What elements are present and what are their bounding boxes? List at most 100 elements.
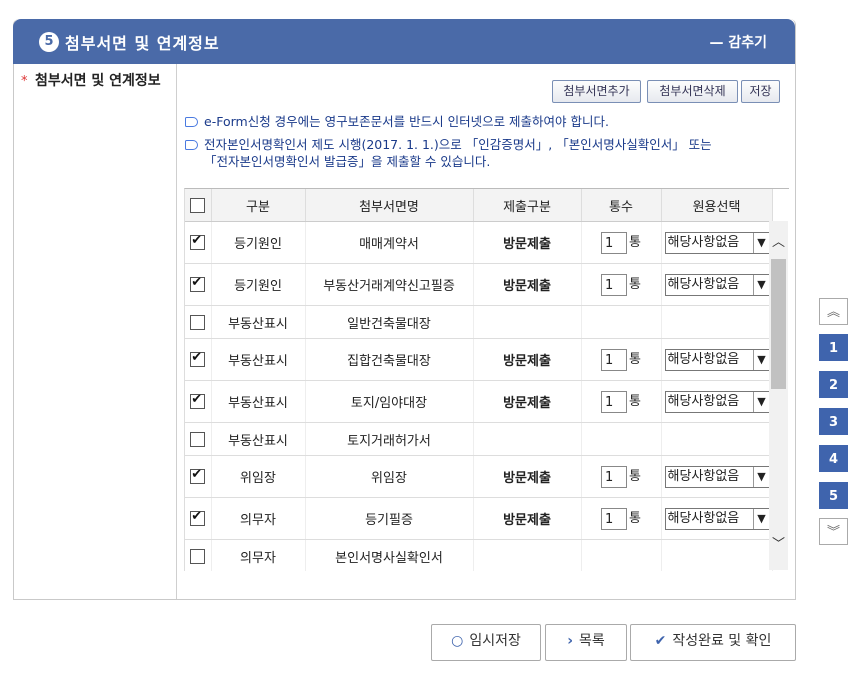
delete-attachment-button[interactable]: 첨부서면삭제 bbox=[647, 80, 738, 103]
header-name: 첨부서면명 bbox=[305, 189, 474, 222]
row-select-cell: 해당사항없음 ▼ bbox=[661, 497, 773, 540]
scroll-up-icon[interactable]: ︿ bbox=[769, 231, 788, 250]
row-checkbox-cell bbox=[185, 455, 212, 498]
select-all-cell bbox=[185, 189, 212, 222]
step-2-button[interactable]: 2 bbox=[819, 371, 848, 398]
step-1-button[interactable]: 1 bbox=[819, 334, 848, 361]
check-icon: ✔ bbox=[654, 633, 667, 649]
section-title: 첨부서면 및 연계정보 bbox=[65, 34, 220, 53]
count-input[interactable]: 1 bbox=[601, 348, 628, 371]
reuse-select[interactable]: 해당사항없음 ▼ bbox=[664, 390, 771, 413]
row-checkbox[interactable] bbox=[190, 548, 206, 564]
reuse-select[interactable]: 해당사항없음 ▼ bbox=[664, 465, 771, 488]
table-row: 위임장위임장방문제출1통해당사항없음▼ bbox=[185, 455, 773, 498]
count-input[interactable]: 1 bbox=[601, 390, 628, 413]
list-button[interactable]: › 목록 bbox=[545, 624, 627, 661]
step-4-button[interactable]: 4 bbox=[819, 445, 848, 472]
table-row: 부동산표시집합건축물대장방문제출1통해당사항없음▼ bbox=[185, 338, 773, 381]
row-checkbox-cell bbox=[185, 539, 212, 571]
table-row: 등기원인부동산거래계약신고필증방문제출1통해당사항없음▼ bbox=[185, 263, 773, 306]
step-5-button[interactable]: 5 bbox=[819, 482, 848, 509]
row-method: 방문제출 bbox=[473, 338, 582, 381]
row-category: 부동산표시 bbox=[211, 305, 306, 339]
count-unit: 통 bbox=[629, 235, 641, 251]
count-unit: 통 bbox=[629, 352, 641, 368]
row-checkbox[interactable] bbox=[190, 314, 206, 330]
row-count-cell: 1통 bbox=[581, 221, 662, 264]
chevron-right-icon: › bbox=[567, 633, 573, 649]
collapse-button[interactable]: — 감추기 bbox=[709, 32, 767, 52]
row-method: 방문제출 bbox=[473, 221, 582, 264]
row-count-cell: 1통 bbox=[581, 455, 662, 498]
complete-button[interactable]: ✔ 작성완료 및 확인 bbox=[630, 624, 796, 661]
table-scrollbar[interactable]: ︿ ﹀ bbox=[769, 221, 788, 570]
row-checkbox[interactable] bbox=[190, 509, 206, 526]
row-name: 매매계약서 bbox=[305, 221, 474, 264]
chevron-down-icon: ▼ bbox=[752, 274, 770, 295]
row-select-cell bbox=[661, 539, 773, 571]
scrollbar-thumb[interactable] bbox=[771, 259, 786, 389]
row-select-cell: 해당사항없음 ▼ bbox=[661, 338, 773, 381]
attachment-table-container: 구분 첨부서면명 제출구분 통수 원용선택 등기원인매매계약서방문제출1통해당사… bbox=[184, 188, 789, 571]
count-input[interactable]: 1 bbox=[601, 465, 628, 488]
count-unit: 통 bbox=[629, 469, 641, 485]
row-method: 방문제출 bbox=[473, 455, 582, 498]
row-checkbox[interactable] bbox=[190, 392, 206, 409]
row-method bbox=[473, 539, 582, 571]
row-select-cell bbox=[661, 305, 773, 339]
circle-icon: ○ bbox=[451, 633, 464, 649]
notice-2-cont: 「전자본인서명확인서 발급증」을 제출할 수 있습니다. bbox=[204, 154, 491, 169]
required-mark: * bbox=[21, 74, 28, 89]
attachment-table: 구분 첨부서면명 제출구분 통수 원용선택 등기원인매매계약서방문제출1통해당사… bbox=[185, 189, 773, 571]
add-attachment-button[interactable]: 첨부서면추가 bbox=[552, 80, 641, 103]
row-select-cell: 해당사항없음 ▼ bbox=[661, 455, 773, 498]
reuse-select[interactable]: 해당사항없음 ▼ bbox=[664, 231, 771, 254]
row-checkbox-cell bbox=[185, 263, 212, 306]
count-input[interactable]: 1 bbox=[601, 231, 628, 254]
scroll-bottom-icon[interactable]: ︾ bbox=[819, 518, 848, 545]
count-input[interactable]: 1 bbox=[601, 273, 628, 296]
header-select: 원용선택 bbox=[661, 189, 773, 222]
scroll-down-icon[interactable]: ﹀ bbox=[769, 533, 788, 552]
row-checkbox[interactable] bbox=[190, 275, 206, 292]
row-name: 부동산거래계약신고필증 bbox=[305, 263, 474, 306]
row-method: 방문제출 bbox=[473, 380, 582, 423]
header-category: 구분 bbox=[211, 189, 306, 222]
chevron-down-icon: ▼ bbox=[752, 466, 770, 487]
table-row: 의무자등기필증방문제출1통해당사항없음▼ bbox=[185, 497, 773, 540]
row-category: 위임장 bbox=[211, 455, 306, 498]
row-checkbox[interactable] bbox=[190, 350, 206, 367]
row-select-cell bbox=[661, 422, 773, 456]
chevron-down-icon: ▼ bbox=[752, 508, 770, 529]
chevron-down-icon: ▼ bbox=[752, 232, 770, 253]
header-count: 통수 bbox=[581, 189, 662, 222]
row-name: 집합건축물대장 bbox=[305, 338, 474, 381]
temp-save-button[interactable]: ○ 임시저장 bbox=[431, 624, 541, 661]
row-checkbox[interactable] bbox=[190, 431, 206, 447]
row-checkbox-cell bbox=[185, 305, 212, 339]
reuse-select[interactable]: 해당사항없음 ▼ bbox=[664, 273, 771, 296]
table-row: 부동산표시 토지거래허가서 bbox=[185, 422, 773, 456]
count-input[interactable]: 1 bbox=[601, 507, 628, 530]
arrow-bullet-icon bbox=[185, 116, 198, 127]
step-3-button[interactable]: 3 bbox=[819, 408, 848, 435]
row-select-cell: 해당사항없음 ▼ bbox=[661, 380, 773, 423]
row-category: 의무자 bbox=[211, 497, 306, 540]
chevron-down-icon: ▼ bbox=[752, 349, 770, 370]
field-label: 첨부서면 및 연계정보 bbox=[35, 73, 161, 89]
reuse-select[interactable]: 해당사항없음 ▼ bbox=[664, 348, 771, 371]
reuse-select[interactable]: 해당사항없음 ▼ bbox=[664, 507, 771, 530]
scroll-top-icon[interactable]: ︽ bbox=[819, 298, 848, 325]
arrow-bullet-icon bbox=[185, 139, 198, 150]
row-method bbox=[473, 305, 582, 339]
row-checkbox[interactable] bbox=[190, 233, 206, 250]
table-row: 등기원인매매계약서방문제출1통해당사항없음▼ bbox=[185, 221, 773, 264]
save-button[interactable]: 저장 bbox=[741, 80, 780, 103]
section-header: 5 첨부서면 및 연계정보 — 감추기 bbox=[13, 19, 795, 64]
row-count-cell: 1통 bbox=[581, 263, 662, 306]
row-method bbox=[473, 422, 582, 456]
row-name: 일반건축물대장 bbox=[305, 305, 474, 339]
select-all-checkbox[interactable] bbox=[190, 197, 206, 213]
row-checkbox[interactable] bbox=[190, 467, 206, 484]
row-method: 방문제출 bbox=[473, 497, 582, 540]
